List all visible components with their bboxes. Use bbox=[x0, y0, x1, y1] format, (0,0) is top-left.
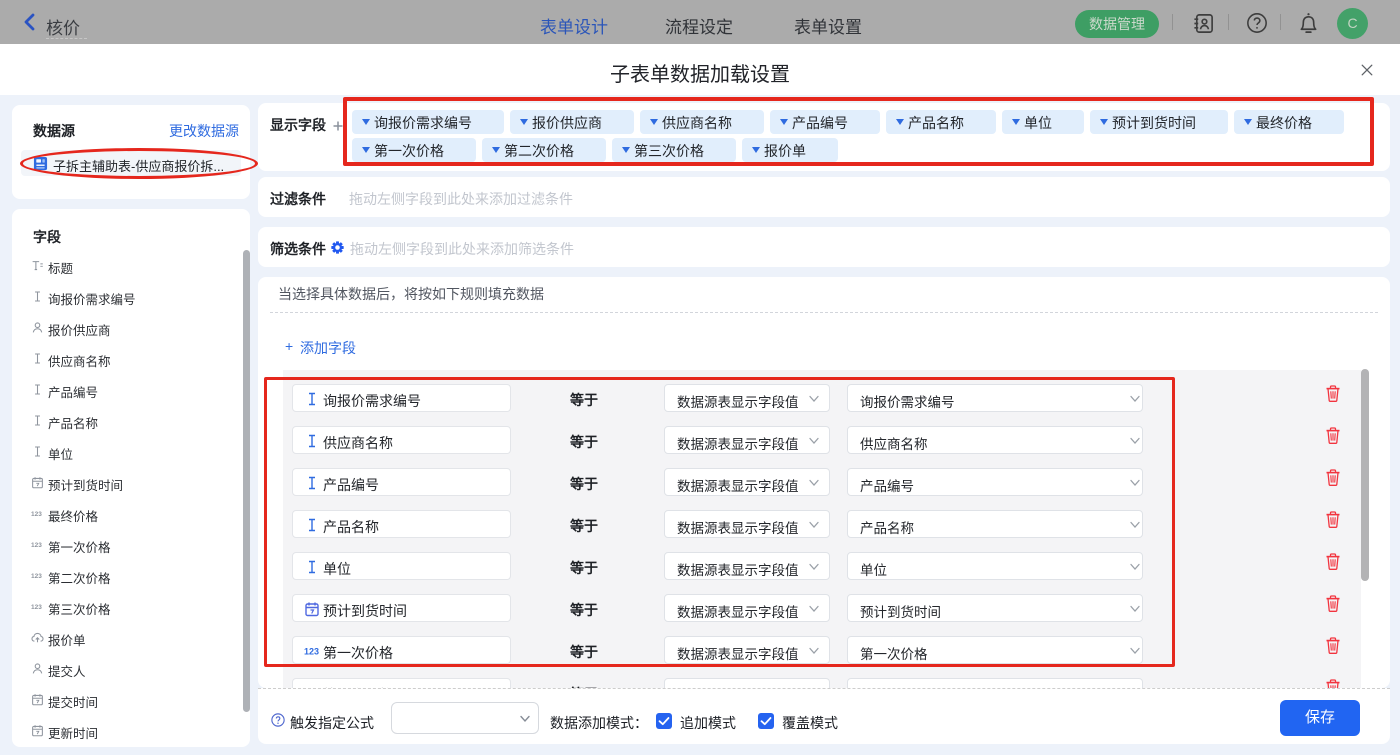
svg-text:123: 123 bbox=[31, 604, 42, 611]
svg-text:123: 123 bbox=[31, 573, 42, 580]
svg-text:123: 123 bbox=[31, 511, 42, 518]
svg-text:123: 123 bbox=[304, 647, 319, 657]
svg-text:123: 123 bbox=[31, 542, 42, 549]
